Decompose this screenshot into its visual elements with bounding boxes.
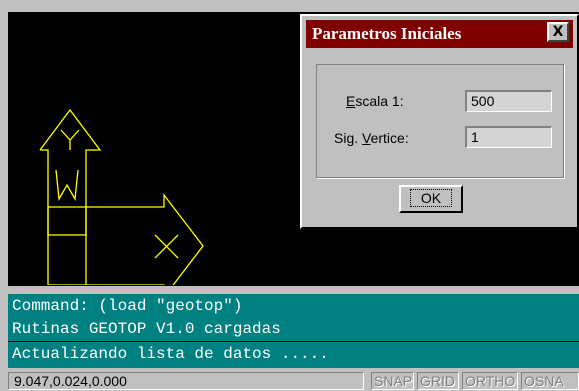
ok-label: OK — [409, 189, 453, 207]
dialog-title: Parametros Iniciales — [306, 20, 573, 48]
status-bar: 9.047,0.024,0.000 SNAP GRID ORTHO OSNA — [8, 371, 579, 391]
osnap-toggle[interactable]: OSNA — [521, 372, 579, 390]
grid-toggle[interactable]: GRID — [417, 372, 459, 390]
close-icon[interactable]: X — [547, 22, 569, 42]
parametros-dialog: Parametros Iniciales X Escala 1: 500 Sig… — [300, 14, 579, 229]
command-line-3: Actualizando lista de datos ..... — [12, 345, 329, 363]
command-window[interactable]: Command: (load "geotop") Rutinas GEOTOP … — [8, 294, 579, 368]
command-line-1: Command: (load "geotop") — [12, 297, 243, 315]
command-separator — [8, 341, 579, 342]
snap-toggle[interactable]: SNAP — [371, 372, 414, 390]
ok-button[interactable]: OK — [399, 185, 463, 213]
ucs-x-arrow — [47, 193, 204, 285]
escala-label: Escala 1: — [346, 93, 404, 109]
ucs-icon — [39, 108, 204, 285]
coordinates-readout: 9.047,0.024,0.000 — [8, 372, 364, 390]
sig-vertice-label: Sig. Vertice: — [334, 130, 409, 146]
ucs-y-arrow — [39, 108, 102, 236]
escala-input[interactable]: 500 — [465, 90, 552, 112]
sig-vertice-input[interactable]: 1 — [465, 126, 552, 148]
command-line-2: Rutinas GEOTOP V1.0 cargadas — [12, 320, 281, 338]
parameters-group — [316, 64, 564, 178]
ortho-toggle[interactable]: ORTHO — [462, 372, 518, 390]
